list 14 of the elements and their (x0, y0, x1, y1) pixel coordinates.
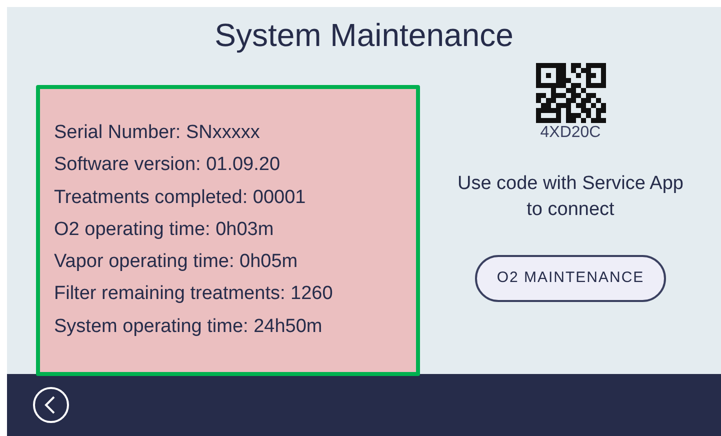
o2-maintenance-button[interactable]: O2 MAINTENANCE (474, 255, 666, 302)
info-line: Filter remaining treatments: 1260 (54, 282, 334, 306)
info-line: Treatments completed: 00001 (54, 186, 307, 210)
info-line: System operating time: 24h50m (54, 314, 324, 339)
screen-title: System Maintenance (214, 19, 514, 51)
info-line: O2 operating time: 0h03m (54, 218, 275, 242)
info-line: Serial Number: SNxxxxx (54, 121, 261, 145)
info-line: Vapor operating time: 0h05m (54, 250, 299, 274)
instruction-text: Use code with Service App to connect (456, 172, 684, 222)
qr-code-icon (536, 63, 606, 123)
back-button[interactable] (32, 386, 70, 424)
back-icon (32, 386, 70, 424)
service-code: 4XD20C (540, 123, 601, 143)
info-line: Software version: 01.09.20 (54, 153, 282, 178)
